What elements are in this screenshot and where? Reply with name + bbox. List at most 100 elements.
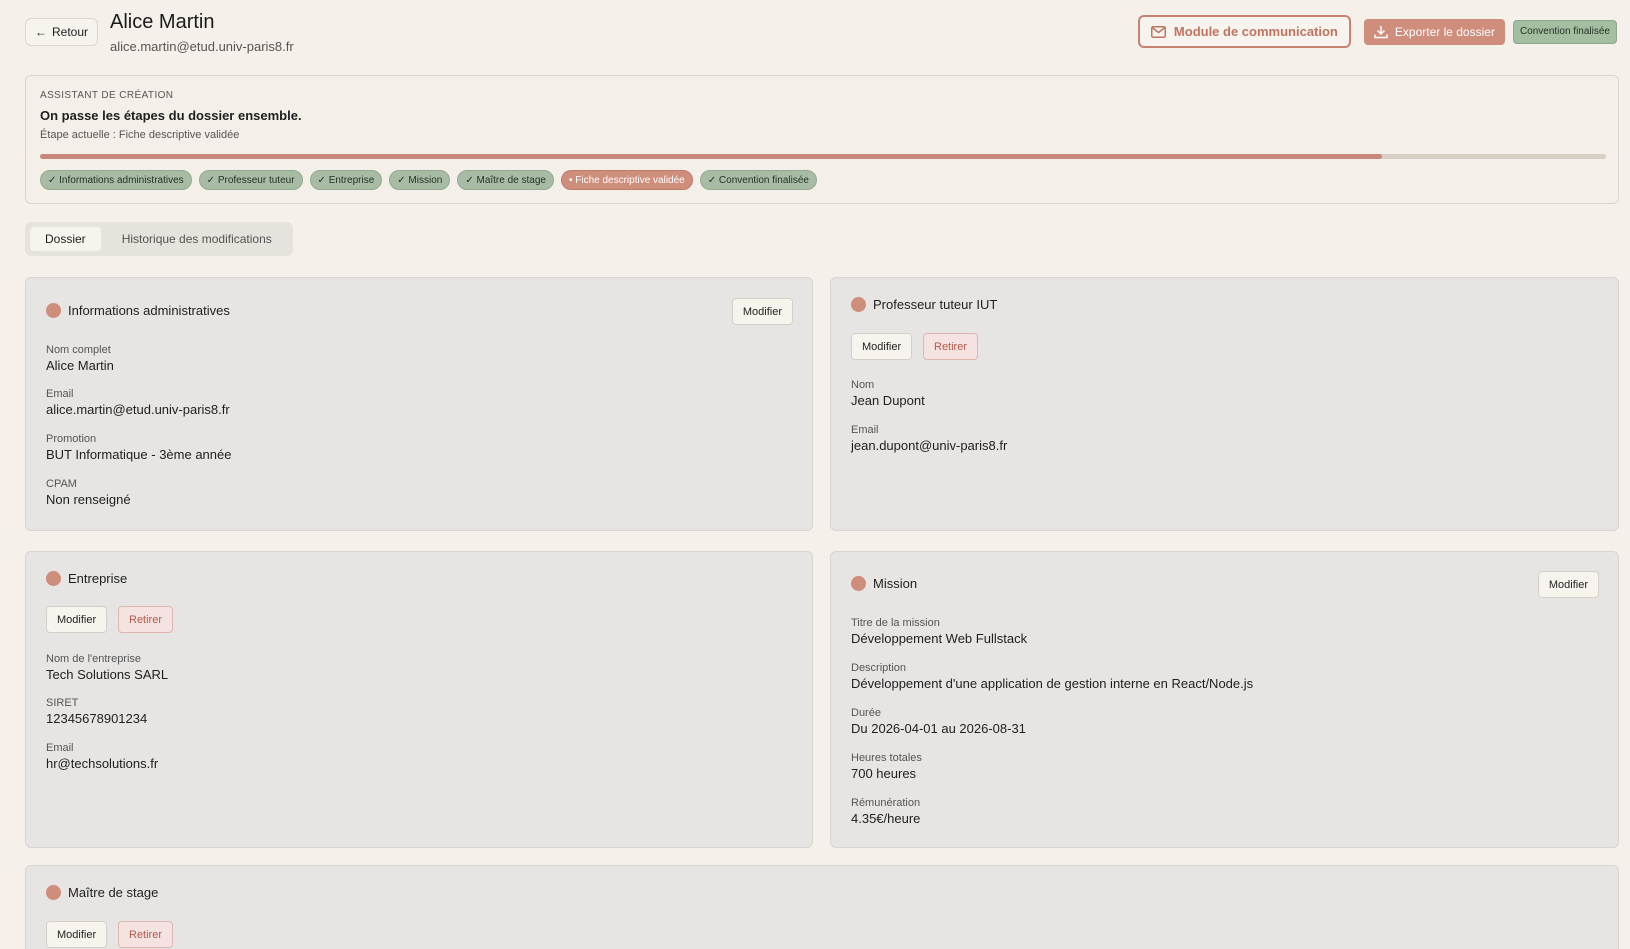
field-label: Heures totales bbox=[851, 752, 922, 764]
supervisor-title: Maître de stage bbox=[68, 885, 159, 900]
supervisor-card: Maître de stage Modifier Retirer bbox=[25, 865, 1619, 949]
back-button-label: Retour bbox=[51, 25, 89, 39]
tutor-title: Professeur tuteur IUT bbox=[873, 297, 998, 312]
field-value: 4.35€/heure bbox=[851, 811, 921, 826]
company-title: Entreprise bbox=[68, 571, 128, 586]
status-dot-icon bbox=[46, 571, 61, 586]
field-value: 700 heures bbox=[851, 766, 917, 781]
wizard-step-mission[interactable]: ✓ Mission bbox=[389, 170, 451, 190]
admin-field-cpam: CPAM Non renseigné bbox=[46, 478, 131, 507]
mission-card: Mission Modifier Titre de la mission Dév… bbox=[830, 551, 1619, 848]
field-value: Développement d'une application de gesti… bbox=[851, 676, 1254, 691]
page-title: Alice Martin bbox=[110, 11, 215, 33]
field-label: Promotion bbox=[46, 433, 97, 445]
creation-wizard: ASSISTANT DE CRÉATION On passe les étape… bbox=[25, 75, 1619, 204]
mission-field-title: Titre de la mission Développement Web Fu… bbox=[851, 617, 1027, 646]
field-label: Titre de la mission bbox=[851, 617, 940, 629]
field-label: Rémunération bbox=[851, 797, 921, 809]
status-badge: Convention finalisée bbox=[1512, 19, 1617, 44]
wizard-step-descriptive-sheet[interactable]: • Fiche descriptive validée bbox=[560, 170, 693, 190]
wizard-steps: ✓ Informations administratives ✓ Profess… bbox=[40, 170, 817, 190]
field-label: Description bbox=[851, 662, 907, 674]
tutor-card-title: Professeur tuteur IUT bbox=[851, 297, 997, 312]
company-remove-button[interactable]: Retirer bbox=[118, 606, 174, 633]
tutor-field-email: Email jean.dupont@univ-paris8.fr bbox=[851, 424, 1007, 453]
field-value: Tech Solutions SARL bbox=[46, 667, 169, 682]
communication-module-button[interactable]: Module de communication bbox=[1137, 15, 1351, 48]
field-label: CPAM bbox=[46, 478, 77, 490]
field-value: BUT Informatique - 3ème année bbox=[46, 447, 232, 462]
field-value: Du 2026-04-01 au 2026-08-31 bbox=[851, 721, 1026, 736]
field-value: Non renseigné bbox=[46, 492, 131, 507]
supervisor-remove-button[interactable]: Retirer bbox=[118, 921, 174, 948]
admin-info-title: Informations administratives bbox=[68, 303, 230, 318]
company-field-email: Email hr@techsolutions.fr bbox=[46, 742, 158, 771]
supervisor-modify-button[interactable]: Modifier bbox=[46, 921, 108, 948]
field-value: 12345678901234 bbox=[46, 711, 148, 726]
dossier-tabs: Dossier Historique des modifications bbox=[25, 222, 293, 256]
wizard-current-step: Étape actuelle : Fiche descriptive valid… bbox=[40, 129, 240, 141]
field-value: Jean Dupont bbox=[851, 393, 925, 408]
mission-field-hours: Heures totales 700 heures bbox=[851, 752, 922, 781]
wizard-step-tutor[interactable]: ✓ Professeur tuteur bbox=[198, 170, 303, 190]
export-dossier-label: Exporter le dossier bbox=[1394, 24, 1495, 39]
field-value: jean.dupont@univ-paris8.fr bbox=[851, 438, 1008, 453]
field-label: Nom complet bbox=[46, 344, 111, 356]
field-label: Email bbox=[851, 424, 879, 436]
field-value: Développement Web Fullstack bbox=[851, 631, 1028, 646]
admin-field-fullname: Nom complet Alice Martin bbox=[46, 344, 114, 373]
status-dot-icon bbox=[851, 576, 866, 591]
download-icon bbox=[1374, 25, 1388, 38]
field-label: Durée bbox=[851, 707, 881, 719]
back-button[interactable]: ← Retour bbox=[25, 18, 98, 46]
tutor-field-name: Nom Jean Dupont bbox=[851, 379, 925, 408]
admin-modify-button[interactable]: Modifier bbox=[731, 298, 793, 325]
arrow-left-icon: ← bbox=[34, 25, 47, 39]
tutor-card: Professeur tuteur IUT Modifier Retirer N… bbox=[830, 277, 1619, 531]
admin-field-email: Email alice.martin@etud.univ-paris8.fr bbox=[46, 388, 230, 417]
company-modify-button[interactable]: Modifier bbox=[46, 606, 108, 633]
export-dossier-button[interactable]: Exporter le dossier bbox=[1363, 18, 1505, 45]
wizard-kicker: ASSISTANT DE CRÉATION bbox=[40, 90, 174, 101]
company-card: Entreprise Modifier Retirer Nom de l'ent… bbox=[25, 551, 813, 848]
supervisor-card-title: Maître de stage bbox=[46, 885, 158, 900]
wizard-progress-fill bbox=[40, 154, 1383, 159]
mission-field-remuneration: Rémunération 4.35€/heure bbox=[851, 797, 920, 826]
communication-module-label: Module de communication bbox=[1173, 24, 1338, 39]
status-dot-icon bbox=[851, 297, 866, 312]
wizard-step-supervisor[interactable]: ✓ Maître de stage bbox=[457, 170, 554, 190]
mission-modify-button[interactable]: Modifier bbox=[1537, 571, 1599, 598]
wizard-step-company[interactable]: ✓ Entreprise bbox=[309, 170, 383, 190]
field-value: hr@techsolutions.fr bbox=[46, 756, 159, 771]
tutor-remove-button[interactable]: Retirer bbox=[923, 333, 979, 360]
field-value: Alice Martin bbox=[46, 358, 114, 373]
mission-title: Mission bbox=[873, 576, 918, 591]
wizard-step-convention[interactable]: ✓ Convention finalisée bbox=[699, 170, 817, 190]
admin-info-card-title: Informations administratives bbox=[46, 303, 230, 318]
page-header: ← Retour Alice Martin alice.martin@etud.… bbox=[25, 8, 1617, 60]
mission-card-title: Mission bbox=[851, 576, 917, 591]
field-label: SIRET bbox=[46, 697, 79, 709]
admin-info-card: Informations administratives Modifier No… bbox=[25, 277, 813, 531]
mission-field-description: Description Développement d'une applicat… bbox=[851, 662, 1253, 691]
wizard-progress-bar bbox=[40, 154, 1606, 159]
admin-field-promotion: Promotion BUT Informatique - 3ème année bbox=[46, 433, 231, 462]
student-email: alice.martin@etud.univ-paris8.fr bbox=[110, 39, 294, 54]
tab-dossier[interactable]: Dossier bbox=[30, 227, 101, 251]
tutor-modify-button[interactable]: Modifier bbox=[851, 333, 913, 360]
field-label: Email bbox=[46, 388, 74, 400]
mail-icon bbox=[1150, 25, 1166, 38]
field-label: Email bbox=[46, 742, 74, 754]
header-actions: Module de communication Exporter le doss… bbox=[1137, 15, 1617, 48]
company-card-title: Entreprise bbox=[46, 571, 127, 586]
company-field-siret: SIRET 12345678901234 bbox=[46, 697, 147, 726]
wizard-step-admin[interactable]: ✓ Informations administratives bbox=[40, 170, 192, 190]
field-value: alice.martin@etud.univ-paris8.fr bbox=[46, 402, 230, 417]
tab-history[interactable]: Historique des modifications bbox=[107, 227, 287, 251]
status-dot-icon bbox=[46, 885, 61, 900]
wizard-title: On passe les étapes du dossier ensemble. bbox=[40, 108, 302, 123]
status-dot-icon bbox=[46, 303, 61, 318]
company-field-name: Nom de l'entreprise Tech Solutions SARL bbox=[46, 653, 168, 682]
field-label: Nom bbox=[851, 379, 875, 391]
mission-field-duration: Durée Du 2026-04-01 au 2026-08-31 bbox=[851, 707, 1026, 736]
